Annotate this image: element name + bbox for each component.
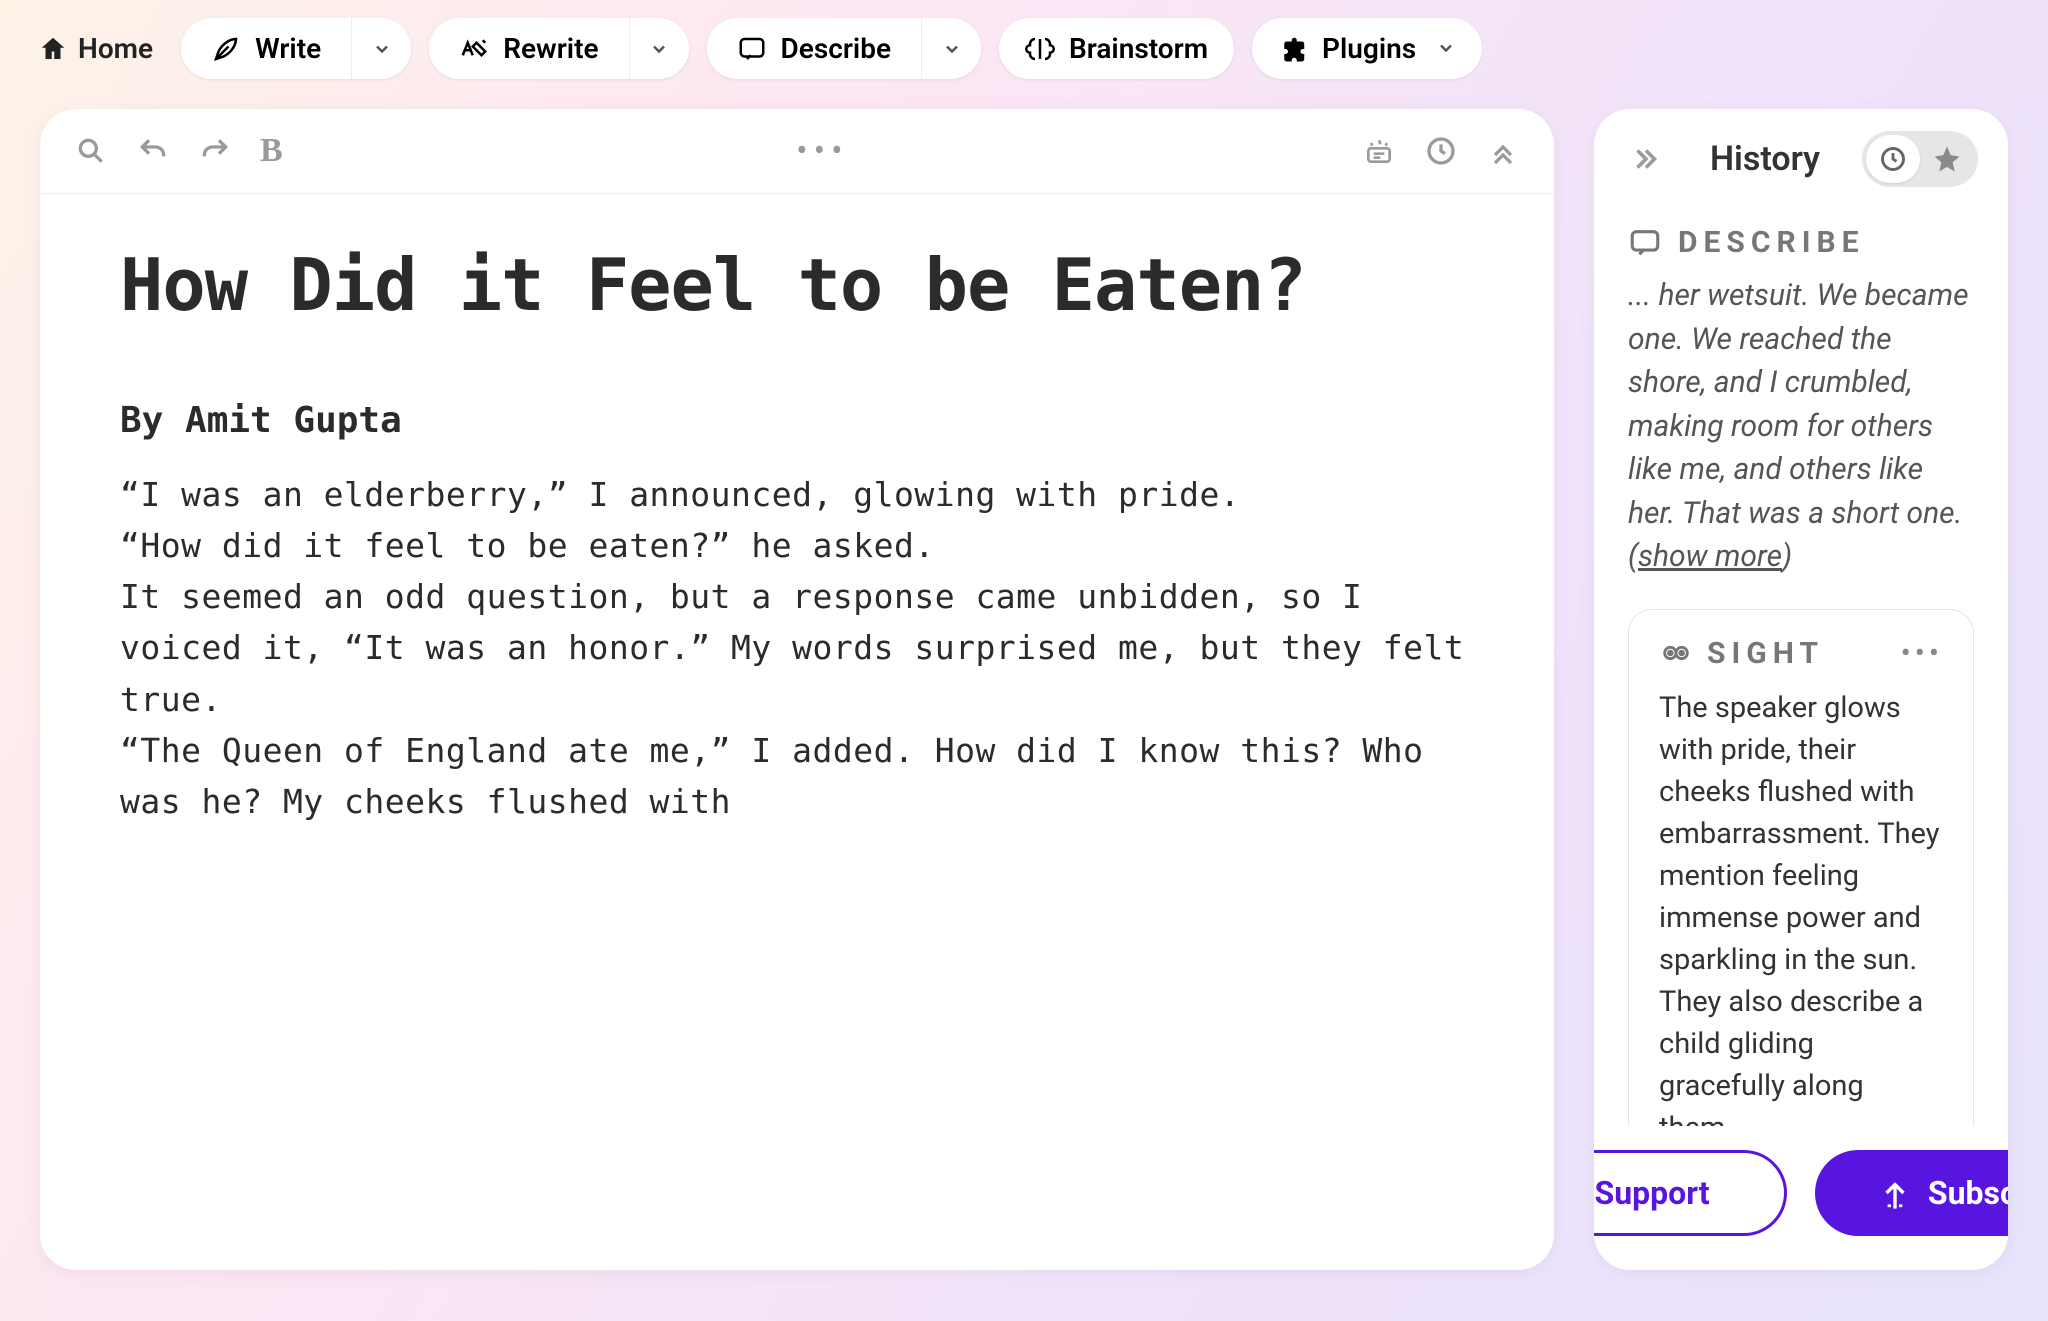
- starred-toggle[interactable]: [1920, 135, 1974, 183]
- chevron-down-icon: [1436, 32, 1456, 65]
- editor-body[interactable]: How Did it Feel to be Eaten? By Amit Gup…: [40, 194, 1554, 1270]
- support-label: Support: [1595, 1174, 1710, 1212]
- home-icon: [38, 34, 68, 64]
- redo-icon[interactable]: [198, 134, 232, 168]
- editor-toolbar: B •••: [40, 109, 1554, 194]
- undo-icon[interactable]: [136, 134, 170, 168]
- describe-preview-prefix: ...: [1628, 278, 1658, 313]
- write-dropdown[interactable]: [351, 18, 411, 79]
- support-button[interactable]: Support: [1594, 1150, 1787, 1236]
- ai-write-icon[interactable]: [1362, 134, 1396, 168]
- subscribe-button[interactable]: Subscribe: [1815, 1150, 2008, 1236]
- plugins-label: Plugins: [1322, 32, 1416, 65]
- rewrite-label: Rewrite: [503, 32, 598, 65]
- subscribe-label: Subscribe: [1928, 1174, 2008, 1212]
- top-nav: Home Write Rewrite Describe: [0, 0, 2048, 79]
- eyes-icon: [1659, 636, 1693, 670]
- history-header: History: [1594, 109, 2008, 205]
- describe-label: Describe: [781, 32, 891, 65]
- sight-card: SIGHT ••• The speaker glows with pride, …: [1628, 609, 1974, 1127]
- describe-section-label: DESCRIBE: [1678, 225, 1865, 260]
- editor-card: B ••• How Did it Feel to be Eaten? By Am…: [40, 109, 1554, 1270]
- describe-header: DESCRIBE: [1628, 225, 1974, 260]
- write-menu: Write: [181, 18, 411, 79]
- write-button[interactable]: Write: [181, 18, 351, 79]
- history-body: DESCRIBE ... her wetsuit. We became one.…: [1594, 205, 2008, 1126]
- brainstorm-label: Brainstorm: [1069, 32, 1208, 65]
- recent-toggle[interactable]: [1866, 135, 1920, 183]
- feather-icon: [211, 34, 241, 64]
- bold-button[interactable]: B: [260, 132, 283, 170]
- show-more-link[interactable]: show more: [1638, 539, 1782, 574]
- sight-header: SIGHT •••: [1659, 636, 1943, 671]
- describe-preview: ... her wetsuit. We became one. We reach…: [1628, 274, 1974, 579]
- describe-section: DESCRIBE ... her wetsuit. We became one.…: [1628, 225, 1974, 579]
- search-icon[interactable]: [74, 134, 108, 168]
- sight-label: SIGHT: [1707, 636, 1824, 671]
- describe-dropdown[interactable]: [921, 18, 981, 79]
- history-footer: Support Subscribe: [1594, 1126, 2008, 1270]
- brain-icon: [1025, 34, 1055, 64]
- describe-menu: Describe: [707, 18, 981, 79]
- rewrite-dropdown[interactable]: [629, 18, 689, 79]
- rewrite-button[interactable]: Rewrite: [429, 18, 628, 79]
- home-button[interactable]: Home: [28, 26, 163, 71]
- home-label: Home: [78, 32, 153, 65]
- describe-section-icon: [1628, 226, 1662, 260]
- sight-menu[interactable]: •••: [1901, 636, 1943, 671]
- collapse-panel-icon[interactable]: [1624, 137, 1668, 181]
- describe-preview-text: her wetsuit. We became one. We reached t…: [1628, 278, 1969, 531]
- history-title: History: [1668, 139, 1862, 179]
- document-title[interactable]: How Did it Feel to be Eaten?: [120, 240, 1474, 330]
- history-toggle: [1862, 131, 1978, 187]
- workspace: B ••• How Did it Feel to be Eaten? By Am…: [0, 79, 2048, 1310]
- sight-body: The speaker glows with pride, their chee…: [1659, 687, 1943, 1127]
- document-body[interactable]: “I was an elderberry,” I announced, glow…: [120, 469, 1474, 827]
- puzzle-icon: [1278, 34, 1308, 64]
- more-menu[interactable]: •••: [796, 131, 848, 171]
- history-panel: History DESCRIBE ... her we: [1594, 109, 2008, 1270]
- describe-showmore-wrap: (show more): [1628, 539, 1792, 574]
- write-label: Write: [255, 32, 321, 65]
- collapse-up-icon[interactable]: [1486, 134, 1520, 168]
- rewrite-menu: Rewrite: [429, 18, 688, 79]
- describe-icon: [737, 34, 767, 64]
- describe-button[interactable]: Describe: [707, 18, 921, 79]
- document-byline[interactable]: By Amit Gupta: [120, 400, 1474, 441]
- plugins-button[interactable]: Plugins: [1252, 18, 1482, 79]
- rewrite-icon: [459, 34, 489, 64]
- history-icon[interactable]: [1424, 134, 1458, 168]
- brainstorm-button[interactable]: Brainstorm: [999, 18, 1234, 79]
